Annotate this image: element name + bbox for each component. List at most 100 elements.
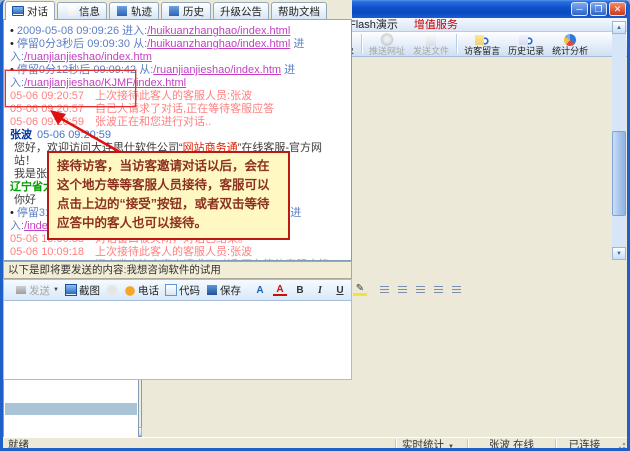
bold-icon: B <box>293 285 307 296</box>
发送-button: 发送▼ <box>12 282 62 299</box>
screenshot-icon <box>65 284 77 296</box>
send-icon <box>15 284 27 296</box>
chevron-down-icon[interactable]: ▼ <box>53 287 59 293</box>
chat-page-link[interactable]: /ruanjianjieshao/index.htm <box>153 64 281 76</box>
tab-label: 轨迹 <box>131 4 152 19</box>
quick-reply-bottom-bar <box>5 403 137 415</box>
phone-icon <box>124 284 136 296</box>
访客留言-button[interactable]: 访客留言 <box>460 32 504 56</box>
chat-nav-text: 停留0分3秒后 09:09:30 从: <box>17 38 147 50</box>
chat-sender-name: 张波 <box>10 129 32 141</box>
font-color-button[interactable]: A <box>270 284 290 297</box>
close-button[interactable]: ✕ <box>609 2 626 16</box>
font-color-icon: A <box>273 285 287 296</box>
发送文件-button: 发送文件 <box>409 32 453 56</box>
推送网址-button: 推送网址 <box>365 32 409 56</box>
status-bar: 就绪 实时统计▼ 张波 在线 已连接 <box>3 437 627 451</box>
history-icon <box>516 33 536 46</box>
toolbar-button-label: 访客留言 <box>464 46 500 56</box>
underline-button[interactable]: U <box>330 284 350 297</box>
bullet-list-button[interactable] <box>394 284 412 296</box>
chat-page-link[interactable]: /ruanjianjieshao/KJMF/index.html <box>24 77 186 89</box>
chevron-down-icon: ▼ <box>448 444 454 450</box>
composer-button-label: 电话 <box>138 283 159 298</box>
bullet-list-icon <box>397 285 409 295</box>
scroll-thumb[interactable] <box>612 131 626 216</box>
font-icon: A <box>253 285 267 296</box>
tab-历史[interactable]: 历史 <box>161 2 211 19</box>
restore-button[interactable]: ❐ <box>590 2 607 16</box>
align-center-icon <box>433 285 445 295</box>
font-button[interactable]: A <box>250 284 270 297</box>
track-tab-icon <box>116 6 128 16</box>
scroll-down-icon[interactable]: ▼ <box>612 247 626 260</box>
电话-button[interactable]: 电话 <box>121 282 162 299</box>
bullet-icon: • <box>10 207 17 219</box>
chat-system-line: 05-06 10:09:18 上次接待此客人的客服人员:张波 <box>10 246 331 259</box>
chat-nav-line: • 停留0分3秒后 09:09:30 从:/huikuanzhanghao/in… <box>10 38 331 64</box>
bullet-icon: • <box>10 25 17 37</box>
chat-page-link[interactable]: /huikuanzhanghao/index.html <box>147 38 290 50</box>
numbered-list-button[interactable] <box>376 284 394 296</box>
scroll-up-icon[interactable]: ▲ <box>612 21 626 34</box>
send-file-icon <box>421 33 441 46</box>
composer-button-label: 代码 <box>179 283 200 298</box>
chat-system-line: 05-06 09:20:57 上次接待此客人的客服人员:张波 <box>10 90 331 103</box>
italic-button[interactable]: I <box>310 284 330 297</box>
emoticon-icon <box>106 284 118 296</box>
status-agent: 张波 在线 <box>467 439 555 451</box>
highlight-icon: ✎ <box>353 285 367 296</box>
chat-nav-text: 停留0分12秒后 09:09:42 从: <box>17 64 153 76</box>
截图-button[interactable]: 截图 <box>62 282 103 299</box>
push-url-icon <box>377 33 397 46</box>
underline-icon: U <box>333 285 347 296</box>
tab-升级公告[interactable]: 升级公告 <box>213 2 269 19</box>
message-input[interactable] <box>3 301 352 380</box>
chat-nav-line: • 2009-05-08 09:09:26 进入:/huikuanzhangha… <box>10 25 331 38</box>
align-right-icon <box>451 285 463 295</box>
status-realtime-stats[interactable]: 实时统计▼ <box>395 439 467 451</box>
toolbar-separator <box>456 34 457 54</box>
status-ready: 就绪 <box>3 439 395 451</box>
composer-button-label: 截图 <box>79 283 100 298</box>
代码-button[interactable]: 代码 <box>162 282 203 299</box>
status-connection: 已连接 <box>555 439 613 451</box>
tab-帮助文档[interactable]: 帮助文档 <box>271 2 327 19</box>
chat-timestamp: 05-06 09:20:59 <box>37 129 111 141</box>
tab-信息[interactable]: 信息 <box>57 2 107 19</box>
pending-message-bar: 以下是即将要发送的内容:我想咨询软件的试用 <box>3 261 352 279</box>
保存-button[interactable]: 保存 <box>203 282 244 299</box>
minimize-button[interactable]: ─ <box>571 2 588 16</box>
align-left-button[interactable] <box>412 284 430 296</box>
conversation-tabbar: 对话信息 轨迹 历史 升级公告 帮助文档 <box>3 0 352 20</box>
toolbar-button-label: 统计分析 <box>552 46 588 56</box>
visitor-message-icon <box>472 33 492 46</box>
align-right-button[interactable] <box>448 284 466 296</box>
bold-button[interactable]: B <box>290 284 310 297</box>
app-window: 网站商务通 ─ ❐ ✕ 我的状态系统设置个人设置帮助使用期限测试功能Flash演… <box>0 0 630 451</box>
toolbar-button-label: 历史记录 <box>508 46 544 56</box>
align-center-button[interactable] <box>430 284 448 296</box>
tab-label: 帮助文档 <box>278 4 320 19</box>
tab-轨迹[interactable]: 轨迹 <box>109 2 159 19</box>
resize-grip[interactable] <box>615 439 627 451</box>
annotation-tooltip: 接待访客，当访客邀请对话以后，会在这个地方等等客服人员接待，客服可以点击上边的“… <box>47 151 290 240</box>
历史记录-button[interactable]: 历史记录 <box>504 32 548 56</box>
tab-label: 升级公告 <box>220 4 262 19</box>
chat-sender-line: 张波 05-06 09:20:59 <box>10 129 331 142</box>
composer-button-label: 发送 <box>29 283 50 298</box>
chat-page-link[interactable]: /huikuanzhanghao/index.html <box>147 25 290 37</box>
统计分析-button[interactable]: 统计分析 <box>548 32 592 56</box>
stats-icon <box>560 33 580 46</box>
menu-item-增值服务[interactable]: 增值服务 <box>406 18 466 32</box>
code-icon <box>165 284 177 296</box>
toolbar-separator <box>361 34 362 54</box>
tab-对话[interactable]: 对话 <box>5 1 55 20</box>
highlight-button[interactable]: ✎ <box>350 284 370 297</box>
chat-system-line: 05-06 09:20:59 张波正在和您进行对话.. <box>10 116 331 129</box>
align-left-icon <box>415 285 427 295</box>
chat-scrollbar[interactable]: ▲ ▼ <box>612 21 626 260</box>
chat-page-link[interactable]: /ruanjianjieshao/index.htm <box>24 51 152 63</box>
chat-nav-line: • 停留0分12秒后 09:09:42 从:/ruanjianjieshao/i… <box>10 64 331 90</box>
tab-label: 历史 <box>183 4 204 19</box>
